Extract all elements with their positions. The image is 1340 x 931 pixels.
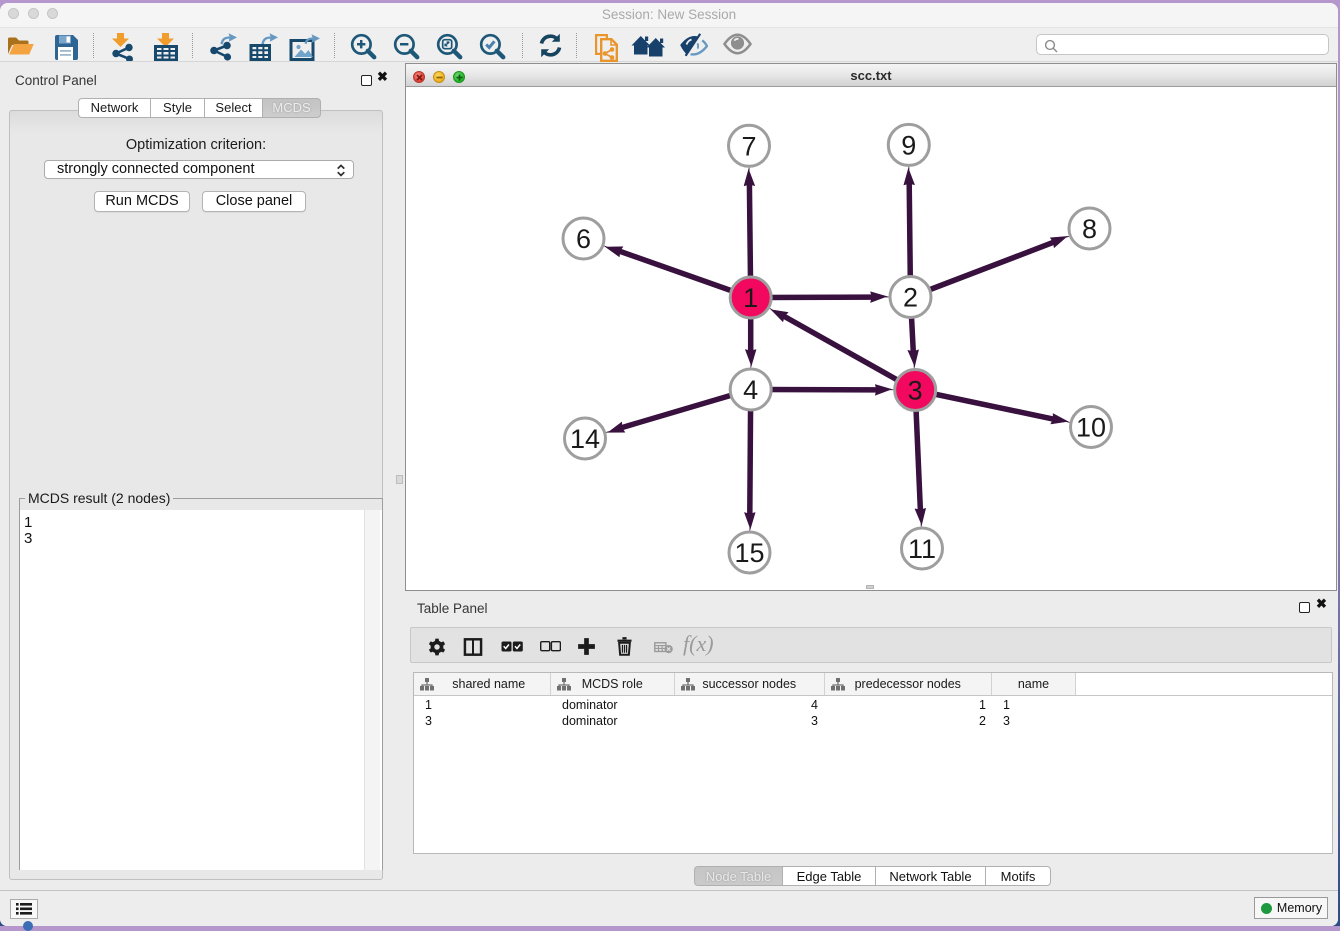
svg-text:9: 9	[901, 130, 916, 160]
svg-text:2: 2	[903, 283, 918, 313]
svg-text:7: 7	[741, 131, 756, 161]
svg-text:8: 8	[1082, 214, 1097, 244]
svg-text:3: 3	[908, 376, 923, 406]
svg-text:15: 15	[734, 538, 764, 568]
svg-text:6: 6	[576, 224, 591, 254]
svg-text:10: 10	[1076, 413, 1106, 443]
svg-text:4: 4	[743, 375, 758, 405]
svg-text:14: 14	[570, 424, 600, 454]
svg-text:1: 1	[743, 283, 758, 313]
svg-text:11: 11	[908, 534, 936, 564]
